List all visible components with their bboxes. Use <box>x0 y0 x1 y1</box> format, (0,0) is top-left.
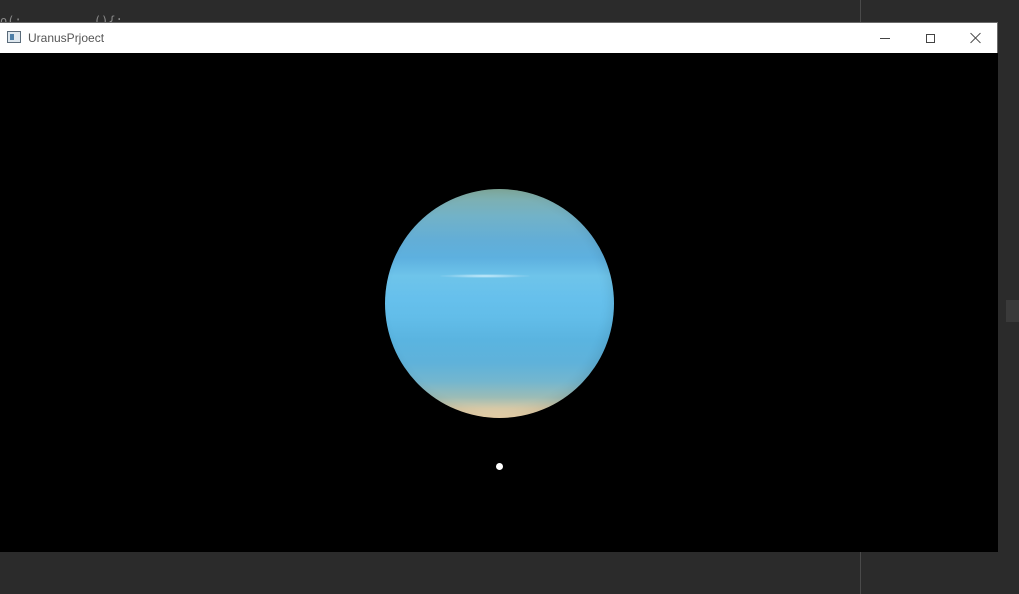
maximize-button[interactable] <box>907 23 953 53</box>
app-window: UranusPrjoect <box>0 22 998 552</box>
title-bar[interactable]: UranusPrjoect <box>0 23 997 53</box>
close-icon <box>970 32 982 44</box>
moon-dot <box>496 463 503 470</box>
planet-cloud-streak <box>440 274 530 278</box>
minimize-icon <box>880 37 890 39</box>
background-scroll-marker <box>1006 300 1019 322</box>
window-title: UranusPrjoect <box>28 31 105 45</box>
render-viewport[interactable] <box>0 53 998 552</box>
uranus-planet <box>385 189 614 418</box>
app-window-icon[interactable] <box>7 31 21 43</box>
maximize-icon <box>925 33 935 43</box>
close-button[interactable] <box>953 23 999 53</box>
minimize-button[interactable] <box>862 23 908 53</box>
